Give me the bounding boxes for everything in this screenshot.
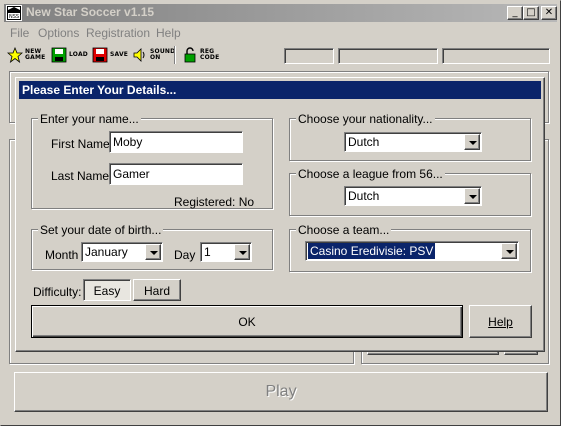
menu-help[interactable]: Help bbox=[156, 26, 181, 40]
svg-text:NSS: NSS bbox=[9, 14, 19, 20]
month-select[interactable]: January bbox=[81, 242, 163, 262]
main-window: NSS New Star Soccer v1.15 _ □ ✕ File Opt… bbox=[0, 0, 561, 426]
month-label: Month bbox=[45, 248, 79, 262]
maximize-button[interactable]: □ bbox=[523, 6, 539, 20]
team-group-title: Choose a team... bbox=[296, 223, 392, 237]
nationality-value: Dutch bbox=[348, 135, 380, 149]
chevron-down-icon[interactable] bbox=[145, 244, 161, 260]
name-group: Enter your name... First Name: Moby Last… bbox=[31, 112, 273, 209]
app-logo-icon: NSS bbox=[6, 5, 22, 21]
load-label: LOAD bbox=[69, 51, 88, 58]
save-disk-icon bbox=[92, 47, 108, 63]
league-group-title: Choose a league from 56... bbox=[296, 167, 445, 181]
load-disk-icon bbox=[51, 47, 67, 63]
sound-toggle-button[interactable]: SOUND ON bbox=[132, 45, 175, 65]
menu-bar: File Options Registration Help bbox=[4, 23, 557, 41]
chevron-down-icon[interactable] bbox=[464, 134, 480, 150]
help-button-label: Help bbox=[488, 315, 513, 329]
nationality-select[interactable]: Dutch bbox=[344, 132, 482, 152]
menu-registration[interactable]: Registration bbox=[86, 26, 150, 40]
easy-button[interactable]: Easy bbox=[83, 279, 131, 301]
difficulty-label: Difficulty: bbox=[33, 285, 82, 299]
window-title: New Star Soccer v1.15 bbox=[26, 5, 155, 19]
day-select[interactable]: 1 bbox=[200, 242, 252, 262]
save-button[interactable]: SAVE bbox=[92, 45, 128, 65]
month-value: January bbox=[85, 245, 128, 259]
team-group: Choose a team... Casino Eredivisie: PSV bbox=[289, 223, 531, 272]
menu-options[interactable]: Options bbox=[38, 26, 79, 40]
toolbar-separator bbox=[174, 46, 176, 64]
toolbar: NEW GAME LOAD SAVE SOUND ON REG CODE bbox=[4, 43, 557, 67]
play-button[interactable]: Play bbox=[14, 372, 548, 412]
reg-code-label-2: CODE bbox=[200, 54, 220, 61]
save-label: SAVE bbox=[110, 51, 129, 58]
speaker-icon bbox=[132, 47, 148, 63]
first-name-label: First Name: bbox=[51, 137, 114, 151]
minimize-button[interactable]: _ bbox=[507, 6, 523, 20]
status-panel-3 bbox=[442, 48, 550, 64]
dob-group: Set your date of birth... Month January … bbox=[31, 223, 273, 270]
status-panel-2 bbox=[338, 48, 438, 64]
load-button[interactable]: LOAD bbox=[51, 45, 88, 65]
chevron-down-icon[interactable] bbox=[464, 188, 480, 204]
status-panel-1 bbox=[284, 48, 334, 64]
dob-group-title: Set your date of birth... bbox=[38, 223, 164, 237]
new-game-label-2: GAME bbox=[25, 54, 46, 61]
chevron-down-icon[interactable] bbox=[234, 244, 250, 260]
chevron-down-icon[interactable] bbox=[501, 243, 517, 259]
nationality-group: Choose your nationality... Dutch bbox=[289, 112, 531, 161]
name-group-title: Enter your name... bbox=[38, 112, 141, 126]
padlock-icon bbox=[182, 47, 198, 63]
close-button[interactable]: ✕ bbox=[541, 6, 557, 20]
team-select[interactable]: Casino Eredivisie: PSV bbox=[305, 241, 519, 261]
hard-button[interactable]: Hard bbox=[133, 279, 181, 301]
day-label: Day bbox=[174, 248, 196, 262]
nationality-group-title: Choose your nationality... bbox=[296, 112, 435, 126]
ok-button[interactable]: OK bbox=[31, 305, 463, 338]
dialog-title: Please Enter Your Details... bbox=[19, 81, 541, 99]
day-value: 1 bbox=[204, 245, 211, 259]
sound-label-2: ON bbox=[150, 54, 161, 61]
new-game-button[interactable]: NEW GAME bbox=[6, 45, 46, 65]
team-value: Casino Eredivisie: PSV bbox=[308, 243, 436, 259]
details-dialog: Please Enter Your Details... Enter your … bbox=[15, 77, 545, 352]
last-name-label: Last Name: bbox=[51, 169, 113, 183]
star-icon bbox=[6, 46, 24, 64]
last-name-input[interactable]: Gamer bbox=[109, 163, 243, 185]
first-name-input[interactable]: Moby bbox=[109, 131, 243, 153]
reg-code-button[interactable]: REG CODE bbox=[182, 45, 219, 65]
league-group: Choose a league from 56... Dutch bbox=[289, 167, 531, 216]
menu-file[interactable]: File bbox=[10, 26, 29, 40]
league-value: Dutch bbox=[348, 189, 380, 203]
title-bar[interactable]: NSS New Star Soccer v1.15 _ □ ✕ bbox=[4, 4, 557, 22]
help-button[interactable]: Help bbox=[469, 305, 532, 338]
registered-status: Registered: No bbox=[174, 195, 255, 209]
league-select[interactable]: Dutch bbox=[344, 186, 482, 206]
